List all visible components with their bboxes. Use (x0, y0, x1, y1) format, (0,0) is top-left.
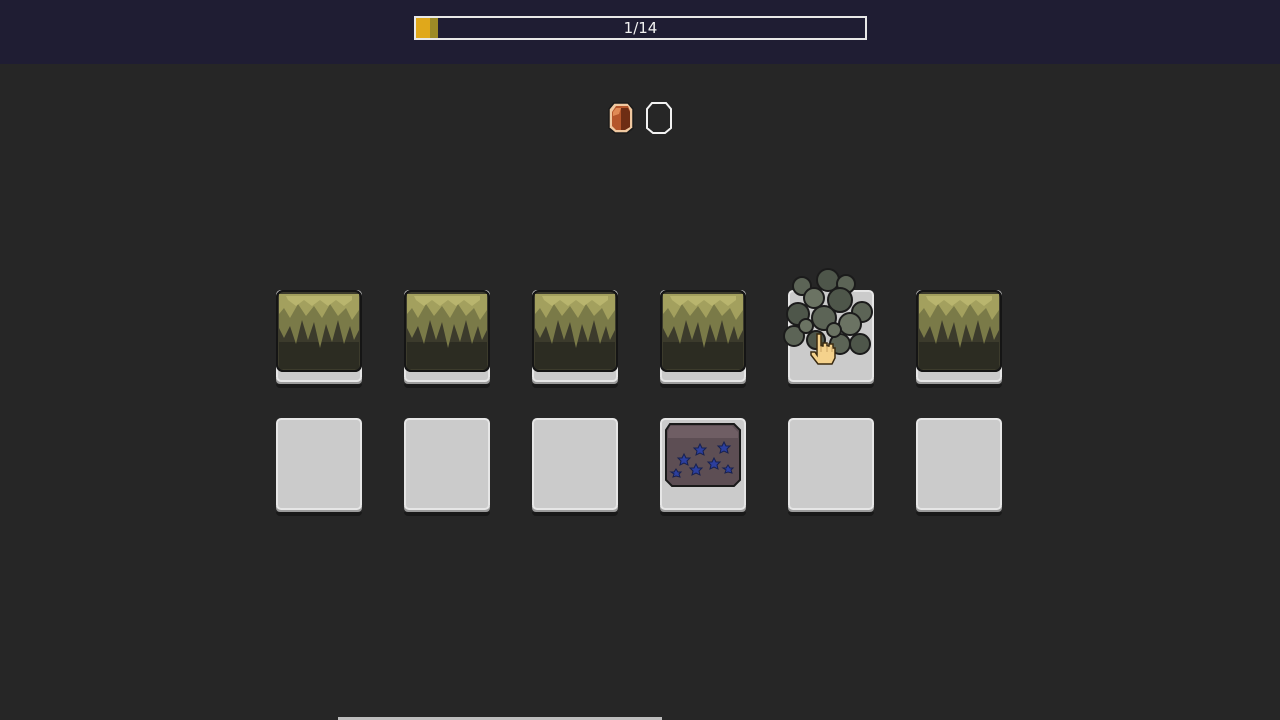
gem-outline-icon (646, 102, 672, 134)
pointing-hand-cursor-icon (810, 333, 836, 365)
level-progress-bar: 1/14 (414, 16, 867, 40)
moss-stone-tile[interactable] (660, 290, 746, 390)
moss-stone-tile[interactable] (532, 290, 618, 390)
top-bar: 1/14 (0, 0, 1280, 64)
moss-stone-tile[interactable] (916, 290, 1002, 390)
star-ore-rock-tile[interactable] (660, 418, 746, 518)
moss-stone-tile[interactable] (276, 290, 362, 390)
empty-tile[interactable] (404, 418, 490, 518)
empty-tile[interactable] (916, 418, 1002, 518)
progress-label: 1/14 (623, 19, 658, 37)
moss-stone-tile[interactable] (404, 290, 490, 390)
rubble-pile-tile[interactable] (783, 268, 874, 390)
collected-gems (0, 102, 1280, 134)
empty-tile[interactable] (532, 418, 618, 518)
empty-tile[interactable] (276, 418, 362, 518)
amber-gem-icon (608, 102, 634, 134)
empty-tile[interactable] (788, 418, 874, 518)
